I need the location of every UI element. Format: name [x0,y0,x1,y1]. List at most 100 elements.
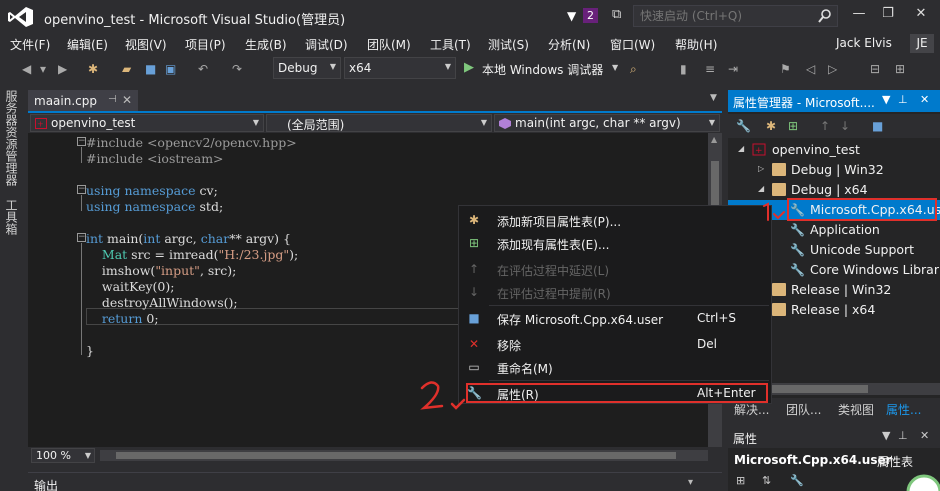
add-existing-sheet-icon[interactable]: ⊞ [788,119,798,133]
back-icon[interactable]: ◀ [22,62,31,76]
open-folder-icon[interactable]: ▰ [122,62,131,76]
search-icon[interactable] [818,8,832,24]
menu-build[interactable]: 生成(B) [245,36,287,53]
tree-item-project[interactable]: ◢ + openvino_test [728,140,940,160]
quick-launch-box[interactable] [633,5,838,27]
property-manager-header[interactable]: 属性管理器 - Microsoft.... ▼ ⊥ ✕ [728,90,940,112]
collapse-toggle[interactable]: − [77,137,86,146]
play-icon: ▶ [464,60,474,75]
tab-class-view[interactable]: 类视图 [838,401,874,418]
tab-maain-cpp[interactable]: maain.cpp ⊣ ✕ [28,90,138,112]
tab-team-explorer[interactable]: 团队... [786,401,821,418]
toolbar-icon-b[interactable]: ⇥ [728,62,738,76]
menu-project[interactable]: 项目(P) [185,36,226,53]
add-new-sheet-icon[interactable]: ✱ [766,119,776,133]
collapsed-icon[interactable]: ▷ [758,164,764,173]
server-explorer-tab[interactable]: 服务器资源管理器 [4,90,20,186]
close-icon[interactable]: ✕ [920,429,929,442]
scrollbar-thumb[interactable] [116,452,676,459]
function-dropdown[interactable]: main(int argc, char ** argv) ▼ [494,114,720,132]
find-in-files-icon[interactable]: ⌕ [630,62,637,77]
pin-icon[interactable]: ⊣ [108,94,117,105]
menu-item-add-existing-property-sheet[interactable]: ⊞ 添加现有属性表(E)... [459,232,771,254]
tree-item-debug-x64[interactable]: ◢ Debug | x64 [728,180,940,200]
notifications-button[interactable]: ▼ 2 [567,7,601,25]
properties-object-type: 属性表 [877,455,914,469]
project-scope-dropdown[interactable]: + openvino_test ▼ [30,114,264,132]
start-debugging-button[interactable]: ▶ 本地 Windows 调试器 ▼ [462,57,627,79]
global-scope-dropdown[interactable]: (全局范围) ▼ [266,114,492,132]
property-pages-icon[interactable]: 🔧 [790,474,804,487]
zoom-dropdown[interactable]: 100 % ▼ [31,448,95,463]
save-icon[interactable]: ■ [872,119,883,133]
redo-icon[interactable]: ↷ [232,62,242,76]
menu-team[interactable]: 团队(M) [367,36,411,53]
expand-icon[interactable]: ◢ [738,144,744,153]
menu-item-save[interactable]: ■ 保存 Microsoft.Cpp.x64.user Ctrl+S [459,307,771,329]
categorized-icon[interactable]: ⊞ [736,474,745,487]
menu-test[interactable]: 测试(S) [488,36,529,53]
breakpoint-icon[interactable]: ▮ [680,62,687,76]
tab-property-manager[interactable]: 属性... [886,401,921,418]
window-position-icon[interactable]: ▼ [882,429,890,442]
scroll-up-icon[interactable]: ▲ [711,135,717,144]
menu-edit[interactable]: 编辑(E) [67,36,108,53]
feedback-icon[interactable]: ⧉ [612,7,621,22]
move-up-icon[interactable]: ↑ [820,119,830,133]
forward-icon[interactable]: ▶ [58,62,67,76]
menu-item-remove[interactable]: ✕ 移除 Del [459,333,771,355]
close-icon[interactable]: ✕ [920,93,929,106]
menu-item-move-later[interactable]: ↑ 在评估过程中延迟(L) [459,258,771,280]
tree-item-debug-win32[interactable]: ▷ Debug | Win32 [728,160,940,180]
minimize-button[interactable]: — [848,6,870,21]
dropdown-icon[interactable]: ▾ [40,62,46,76]
menu-analyze[interactable]: 分析(N) [548,36,590,53]
save-all-icon[interactable]: ▣ [165,62,176,76]
chevron-down-icon: ▼ [444,62,451,71]
menu-debug[interactable]: 调试(D) [305,36,348,53]
toolbar-icon-a[interactable]: ≡ [705,62,715,76]
close-icon[interactable]: ✕ [122,93,132,107]
collapse-toggle[interactable]: − [77,185,86,194]
collapse-toggle[interactable]: − [77,233,86,242]
avatar[interactable]: JE [910,34,934,53]
chevron-down-icon[interactable]: ▼ [612,63,618,72]
pin-icon[interactable]: ▾ [688,477,693,488]
bookmark-icon[interactable]: ⚑ [780,62,791,76]
properties-object-selector[interactable]: Microsoft.Cpp.x64.user 属性表 [728,450,940,472]
bookmark-prev-icon[interactable]: ◁ [806,62,815,76]
pin-icon[interactable]: ⊥ [898,93,908,106]
output-panel-header[interactable]: 输出 ▾ [28,472,722,491]
user-name[interactable]: Jack Elvis [836,36,892,50]
expand-icon[interactable]: ◢ [758,184,764,193]
tab-list-dropdown-icon[interactable]: ▼ [710,93,717,103]
properties-header[interactable]: 属性 ▼ ⊥ ✕ [728,426,940,448]
close-window-button[interactable]: ✕ [910,6,932,21]
menu-item-move-earlier[interactable]: ↓ 在评估过程中提前(R) [459,281,771,303]
new-project-icon[interactable]: ✱ [88,62,98,76]
properties-wrench-icon[interactable]: 🔧 [736,119,751,133]
menu-item-add-new-property-sheet[interactable]: ✱ 添加新项目属性表(P)... [459,209,771,231]
quick-launch-input[interactable] [640,9,810,23]
uncomment-icon[interactable]: ⊞ [895,62,905,76]
menu-window[interactable]: 窗口(W) [610,36,655,53]
editor-horizontal-scrollbar[interactable] [100,450,708,461]
menu-tools[interactable]: 工具(T) [430,36,471,53]
menu-file[interactable]: 文件(F) [10,36,50,53]
menu-item-rename[interactable]: ▭ 重命名(M) [459,356,771,378]
menu-help[interactable]: 帮助(H) [675,36,717,53]
undo-icon[interactable]: ↶ [198,62,208,76]
restore-button[interactable]: ❐ [877,6,899,21]
comment-icon[interactable]: ⊟ [870,62,880,76]
menu-view[interactable]: 视图(V) [125,36,167,53]
move-down-icon[interactable]: ↓ [840,119,850,133]
toolbox-tab[interactable]: 工具箱 [4,199,20,235]
pin-icon[interactable]: ⊥ [898,429,908,442]
bookmark-next-icon[interactable]: ▷ [828,62,837,76]
save-icon[interactable]: ■ [145,62,156,76]
alphabetical-icon[interactable]: ⇅ [762,474,771,487]
platform-dropdown[interactable]: x64 ▼ [344,57,456,79]
window-position-icon[interactable]: ▼ [882,93,890,106]
scrollbar-thumb[interactable] [711,161,719,211]
configuration-dropdown[interactable]: Debug ▼ [273,57,341,79]
